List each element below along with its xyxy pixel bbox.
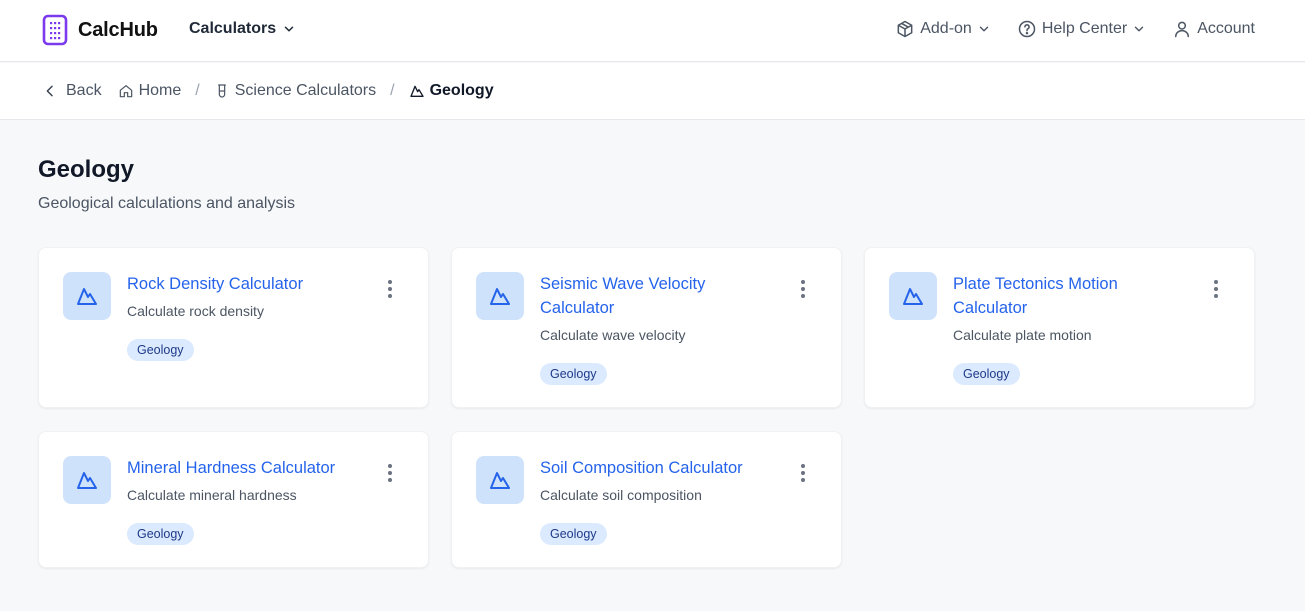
category-tag: Geology	[540, 363, 607, 385]
calculator-card[interactable]: Rock Density Calculator Calculate rock d…	[38, 247, 429, 408]
home-icon	[119, 85, 132, 98]
mountain-icon	[409, 85, 424, 97]
chevron-down-icon	[979, 26, 989, 32]
card-icon-container	[63, 272, 111, 320]
top-navbar: CalcHub Calculators Add-on Help Center A…	[0, 0, 1305, 62]
mountain-icon	[903, 288, 923, 305]
card-title[interactable]: Plate Tectonics Motion Calculator	[953, 272, 1173, 320]
breadcrumb: Back Home / Science Calculators / Geolog…	[42, 82, 494, 100]
category-tag: Geology	[540, 523, 607, 545]
calculator-card[interactable]: Mineral Hardness Calculator Calculate mi…	[38, 431, 429, 568]
more-options-icon[interactable]	[386, 464, 394, 482]
breadcrumb-bar: Back Home / Science Calculators / Geolog…	[0, 63, 1305, 120]
breadcrumb-separator: /	[390, 82, 395, 99]
more-options-icon[interactable]	[1212, 280, 1220, 298]
card-title[interactable]: Seismic Wave Velocity Calculator	[540, 272, 760, 320]
category-tag: Geology	[953, 363, 1020, 385]
flask-icon	[217, 84, 226, 98]
card-icon-container	[63, 456, 111, 504]
card-description: Calculate wave velocity	[540, 327, 686, 343]
back-button[interactable]: Back	[42, 82, 102, 100]
mountain-icon	[77, 288, 97, 305]
calculator-card[interactable]: Soil Composition Calculator Calculate so…	[451, 431, 842, 568]
addon-label: Add-on	[920, 20, 972, 37]
card-description: Calculate soil composition	[540, 487, 702, 503]
breadcrumb-separator: /	[195, 82, 200, 99]
calculator-card[interactable]: Seismic Wave Velocity Calculator Calcula…	[451, 247, 842, 408]
category-tag: Geology	[127, 523, 194, 545]
card-description: Calculate plate motion	[953, 327, 1092, 343]
header-nav: Add-on Help Center Account	[869, 19, 1255, 39]
card-icon-container	[889, 272, 937, 320]
card-description: Calculate rock density	[127, 303, 264, 319]
page-title: Geology	[38, 156, 135, 183]
more-options-icon[interactable]	[386, 280, 394, 298]
breadcrumb-home[interactable]: Home	[118, 82, 182, 100]
mountain-icon	[77, 472, 97, 489]
help-circle-icon	[1018, 20, 1036, 38]
more-options-icon[interactable]	[799, 464, 807, 482]
calculators-menu-button[interactable]: Calculators	[189, 20, 296, 38]
chevron-down-icon	[284, 26, 294, 32]
user-icon	[1175, 21, 1190, 38]
brand-name: CalcHub	[78, 18, 158, 41]
box-icon	[897, 20, 913, 38]
breadcrumb-parent-label: Science Calculators	[234, 82, 377, 99]
card-description: Calculate mineral hardness	[127, 487, 297, 503]
card-title[interactable]: Mineral Hardness Calculator	[127, 456, 367, 480]
logo[interactable]: CalcHub	[42, 14, 158, 46]
account-button[interactable]: Account	[1172, 19, 1255, 39]
card-icon-container	[476, 456, 524, 504]
addon-menu-button[interactable]: Add-on	[895, 19, 991, 39]
breadcrumb-home-label: Home	[138, 82, 182, 99]
breadcrumb-current: Geology	[409, 82, 494, 100]
calculator-logo-icon	[42, 14, 68, 46]
category-tag: Geology	[127, 339, 194, 361]
card-icon-container	[476, 272, 524, 320]
chevron-left-icon	[46, 85, 53, 97]
help-center-label: Help Center	[1041, 20, 1128, 37]
card-title[interactable]: Rock Density Calculator	[127, 272, 347, 296]
calculator-card[interactable]: Plate Tectonics Motion Calculator Calcul…	[864, 247, 1255, 408]
breadcrumb-science-calculators[interactable]: Science Calculators	[214, 82, 376, 100]
card-title[interactable]: Soil Composition Calculator	[540, 456, 780, 480]
back-label: Back	[66, 82, 102, 99]
mountain-icon	[490, 288, 510, 305]
page-subtitle: Geological calculations and analysis	[38, 195, 296, 212]
more-options-icon[interactable]	[799, 280, 807, 298]
help-center-menu-button[interactable]: Help Center	[1017, 19, 1146, 39]
chevron-down-icon	[1134, 26, 1144, 32]
calculators-menu-label: Calculators	[189, 20, 277, 37]
mountain-icon	[490, 472, 510, 489]
breadcrumb-current-label: Geology	[429, 82, 494, 99]
account-label: Account	[1197, 20, 1255, 37]
